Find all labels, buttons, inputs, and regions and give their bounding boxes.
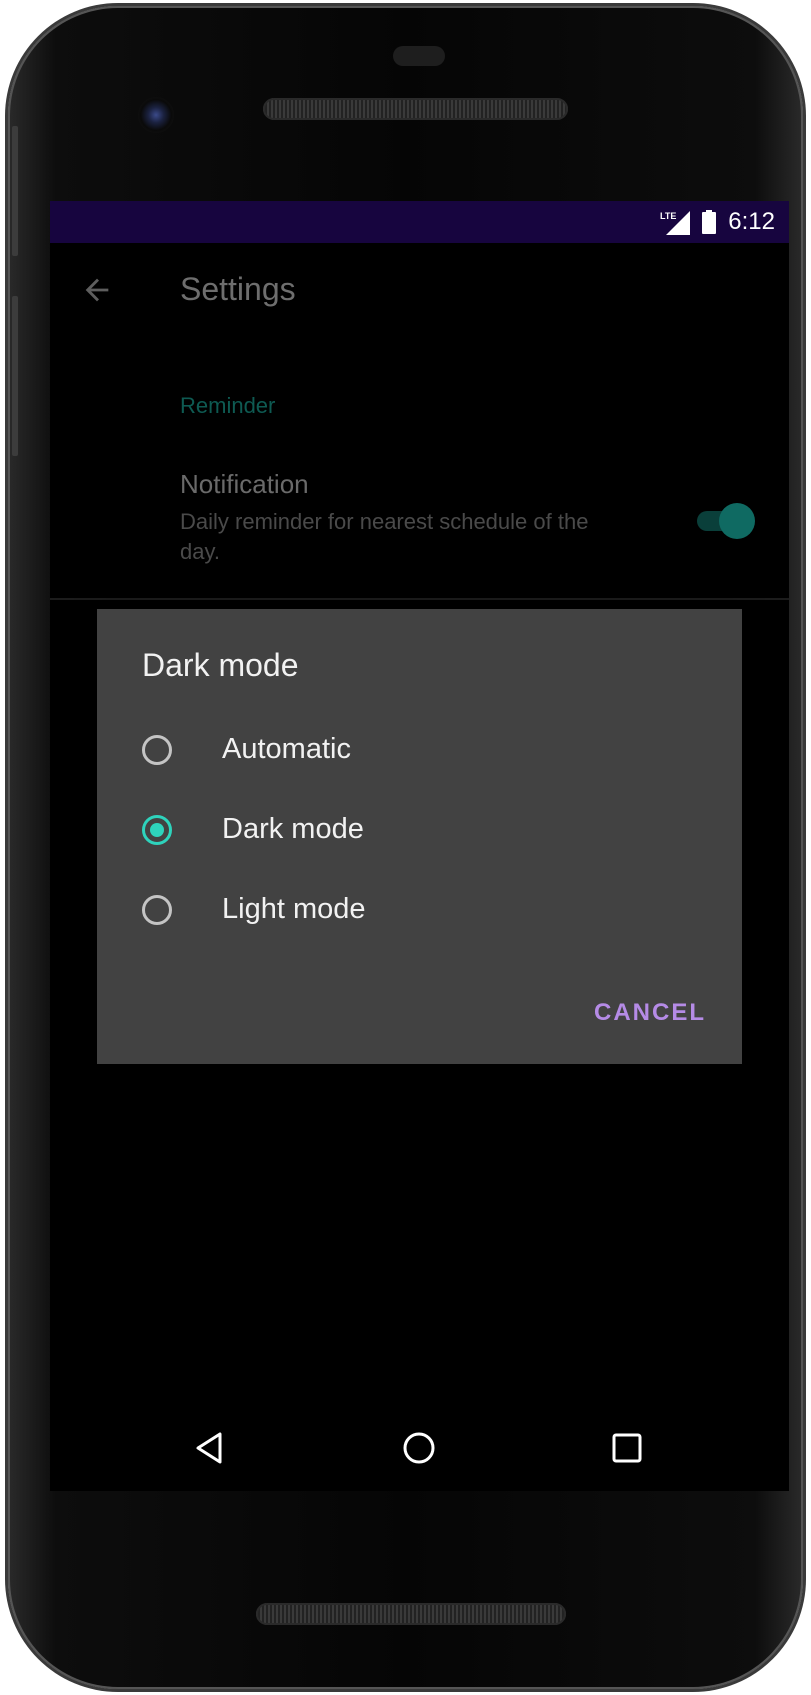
option-label: Automatic: [222, 733, 351, 765]
radio-checked-icon[interactable]: [142, 815, 172, 845]
home-circle-icon[interactable]: [399, 1428, 439, 1468]
option-label: Dark mode: [222, 813, 364, 845]
cancel-button[interactable]: CANCEL: [594, 999, 706, 1027]
radio-unchecked-icon[interactable]: [142, 735, 172, 765]
option-label: Light mode: [222, 893, 366, 925]
notification-pref-summary: Daily reminder for nearest schedule of t…: [180, 509, 589, 564]
back-triangle-icon[interactable]: [190, 1428, 230, 1468]
app-bar: Settings: [50, 243, 789, 338]
option-light-mode[interactable]: Light mode: [137, 879, 697, 949]
status-time: 6:12: [728, 208, 775, 235]
notification-toggle[interactable]: [697, 501, 755, 541]
toggle-thumb: [719, 503, 755, 539]
page-title: Settings: [180, 271, 296, 307]
divider: [50, 598, 789, 600]
front-camera-icon: [138, 97, 174, 133]
section-header-reminder: Reminder: [180, 393, 276, 418]
power-button: [12, 296, 18, 456]
radio-unchecked-icon[interactable]: [142, 895, 172, 925]
option-dark-mode[interactable]: Dark mode: [137, 799, 697, 869]
bottom-speaker-grille: [256, 1603, 566, 1625]
status-bar: LTE 6:12: [50, 201, 789, 243]
notification-pref-title[interactable]: Notification: [180, 469, 309, 500]
earpiece-notch: [393, 46, 445, 66]
volume-button: [12, 126, 18, 256]
phone-screen: LTE 6:12 Settings Reminder Notification …: [50, 201, 789, 1491]
dialog-title: Dark mode: [142, 647, 299, 683]
top-speaker-grille: [263, 98, 568, 120]
arrow-left-icon[interactable]: [80, 273, 114, 307]
battery-icon: [702, 210, 717, 234]
lte-signal-icon: LTE: [660, 211, 691, 235]
recents-square-icon[interactable]: [607, 1428, 647, 1468]
phone-frame: LTE 6:12 Settings Reminder Notification …: [8, 6, 803, 1689]
option-automatic[interactable]: Automatic: [137, 719, 697, 789]
navigation-bar: [50, 1416, 789, 1491]
dark-mode-dialog: Dark mode Automatic Dark mode Light mode…: [97, 609, 742, 1064]
svg-text:LTE: LTE: [660, 211, 676, 221]
